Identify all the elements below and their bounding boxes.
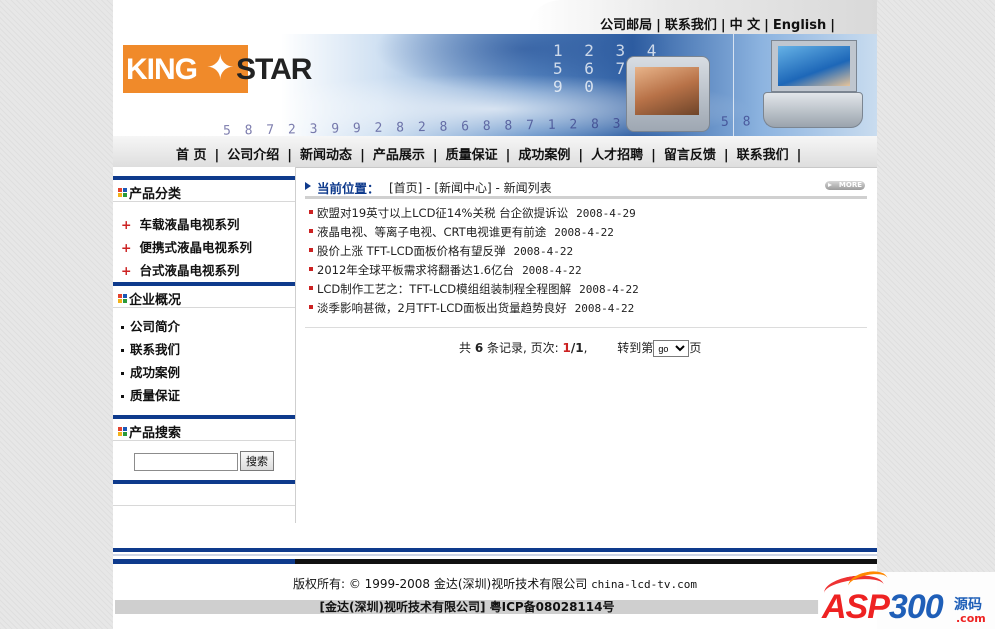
list-item[interactable]: 液晶电视、等离子电视、CRT电视谁更有前途 2008-4-22 xyxy=(309,223,865,242)
company-section-header: 企业概况 xyxy=(113,282,295,308)
list-item[interactable]: 淡季影响甚微，2月TFT-LCD面板出货量趋势良好 2008-4-22 xyxy=(309,299,865,318)
news-date: 2008-4-29 xyxy=(576,207,636,220)
bullet-icon xyxy=(309,210,313,214)
record-count: 6 xyxy=(474,341,484,355)
news-list: 欧盟对19英寸以上LCD征14%关税 台企欲提诉讼 2008-4-29 液晶电视、… xyxy=(309,204,865,318)
current-page: 1 xyxy=(562,341,571,355)
portable-tv-image xyxy=(626,56,710,132)
asp300-watermark-logo: ASP300 源码 .com xyxy=(818,568,995,629)
portable-dvd-image xyxy=(763,40,863,130)
nav-quality[interactable]: 质量保证 xyxy=(446,148,498,163)
list-item[interactable]: 股价上涨 TFT-LCD面板价格有望反弹 2008-4-22 xyxy=(309,242,865,261)
bullet-icon xyxy=(309,248,313,252)
nav-news[interactable]: 新闻动态 xyxy=(300,148,352,163)
kingstar-logo[interactable]: KING ✦ STAR xyxy=(123,45,312,93)
news-title[interactable]: 欧盟对19英寸以上LCD征14%关税 台企欲提诉讼 xyxy=(317,206,568,220)
search-section-header: 产品搜索 xyxy=(113,415,295,441)
breadcrumb-path[interactable]: [首页] - [新闻中心] - 新闻列表 xyxy=(389,179,552,196)
header-banner: 1 2 3 4 5 6 7 8 9 0 5 8 7 2 3 9 9 2 8 2 … xyxy=(113,34,877,136)
sidebar-item-quality[interactable]: 质量保证 xyxy=(121,385,180,404)
search-section-title: 产品搜索 xyxy=(129,426,182,441)
total-pages: /1 xyxy=(570,341,584,355)
list-item[interactable]: LCD制作工艺之：TFT-LCD模组组装制程全程图解 2008-4-22 xyxy=(309,280,865,299)
grid-square-icon xyxy=(118,427,127,436)
news-date: 2008-4-22 xyxy=(522,264,582,277)
nav-feedback[interactable]: 留言反馈 xyxy=(664,148,716,163)
bullet-icon xyxy=(309,229,313,233)
news-date: 2008-4-22 xyxy=(554,226,614,239)
news-title[interactable]: 液晶电视、等离子电视、CRT电视谁更有前途 xyxy=(317,225,546,239)
nav-contact[interactable]: 联系我们 xyxy=(737,148,789,163)
icp-bar: [金达(深圳)视听技术有限公司] 粤ICP备08028114号 xyxy=(115,600,819,614)
nav-products[interactable]: 产品展示 xyxy=(373,148,425,163)
bullet-icon xyxy=(121,395,124,398)
top-link-contact[interactable]: 联系我们 xyxy=(665,18,717,33)
nav-about[interactable]: 公司介绍 xyxy=(227,148,279,163)
left-sidebar: 产品分类 + 车载液晶电视系列 + 便携式液晶电视系列 + 台式液晶电视系列 企业概况… xyxy=(113,167,296,523)
news-date: 2008-4-22 xyxy=(513,245,574,258)
top-link-mail[interactable]: 公司邮局 xyxy=(600,18,652,33)
news-date: 2008-4-22 xyxy=(579,283,639,296)
breadcrumb: 当前位置： [首页] - [新闻中心] - 新闻列表 MORE xyxy=(305,176,867,199)
star-icon: ✦ xyxy=(206,48,235,88)
bullet-icon xyxy=(121,349,124,352)
pagination: 共 6 条记录, 页次: 1/1, 转到第 go 页 xyxy=(459,339,701,357)
footer-divider xyxy=(113,548,877,564)
site-url[interactable]: china-lcd-tv.com xyxy=(591,578,697,591)
copyright-text: 版权所有: © 1999-2008 金达(深圳)视听技术有限公司 china-l… xyxy=(292,577,698,591)
location-label: 当前位置： xyxy=(317,181,380,196)
nav-cases[interactable]: 成功案例 xyxy=(518,148,570,163)
sidebar-item-contact[interactable]: 联系我们 xyxy=(121,339,180,358)
arrow-right-icon xyxy=(305,182,311,190)
search-button[interactable]: 搜索 xyxy=(240,451,274,471)
sidebar-item-cases[interactable]: 成功案例 xyxy=(121,362,180,381)
news-title[interactable]: 2012年全球平板需求将翻番达1.6亿台 xyxy=(317,263,514,277)
bullet-icon xyxy=(309,267,313,271)
news-date: 2008-4-22 xyxy=(574,302,635,315)
news-title[interactable]: 淡季影响甚微，2月TFT-LCD面板出货量趋势良好 xyxy=(317,301,567,315)
list-item[interactable]: 2012年全球平板需求将翻番达1.6亿台 2008-4-22 xyxy=(309,261,865,280)
page: 公司邮局 | 联系我们 | 中 文 | English | 1 2 3 4 5 6 7 8 9… xyxy=(113,0,877,629)
main-nav: 首 页 | 公司介绍 | 新闻动态 | 产品展示 | 质量保证 | 成功案例 | 人才招聘 | 留言反馈 | 联… xyxy=(113,136,877,168)
top-link-english[interactable]: English xyxy=(773,18,826,33)
sidebar-item-portable-lcd[interactable]: + 便携式液晶电视系列 xyxy=(121,237,252,256)
page-jump-select[interactable]: go xyxy=(653,340,690,357)
bullet-icon xyxy=(121,326,124,329)
plus-icon: + xyxy=(121,217,132,232)
product-search-input[interactable] xyxy=(134,453,238,471)
main-content: 当前位置： [首页] - [新闻中心] - 新闻列表 MORE 欧盟对19英寸以… xyxy=(305,176,867,376)
products-section-header: 产品分类 xyxy=(113,176,295,202)
products-section-title: 产品分类 xyxy=(129,187,182,202)
sidebar-item-desktop-lcd[interactable]: + 台式液晶电视系列 xyxy=(121,260,240,279)
top-links: 公司邮局 | 联系我们 | 中 文 | English | xyxy=(600,18,835,33)
news-title[interactable]: LCD制作工艺之：TFT-LCD模组组装制程全程图解 xyxy=(317,282,571,296)
plus-icon: + xyxy=(121,240,132,255)
grid-square-icon xyxy=(118,294,127,303)
sidebar-item-profile[interactable]: 公司简介 xyxy=(121,316,180,335)
news-title[interactable]: 股价上涨 TFT-LCD面板价格有望反弹 xyxy=(317,244,506,258)
grid-square-icon xyxy=(118,188,127,197)
bullet-icon xyxy=(121,372,124,375)
top-bar: 公司邮局 | 联系我们 | 中 文 | English | xyxy=(113,0,877,34)
sidebar-item-car-lcd[interactable]: + 车载液晶电视系列 xyxy=(121,214,240,233)
nav-home[interactable]: 首 页 xyxy=(176,148,207,163)
bullet-icon xyxy=(309,286,313,290)
list-item[interactable]: 欧盟对19英寸以上LCD征14%关税 台企欲提诉讼 2008-4-29 xyxy=(309,204,865,223)
top-link-chinese[interactable]: 中 文 xyxy=(730,18,761,33)
plus-icon: + xyxy=(121,263,132,278)
more-button[interactable]: MORE xyxy=(825,181,865,190)
bullet-icon xyxy=(309,305,313,309)
nav-jobs[interactable]: 人才招聘 xyxy=(591,148,643,163)
company-section-title: 企业概况 xyxy=(129,293,182,308)
